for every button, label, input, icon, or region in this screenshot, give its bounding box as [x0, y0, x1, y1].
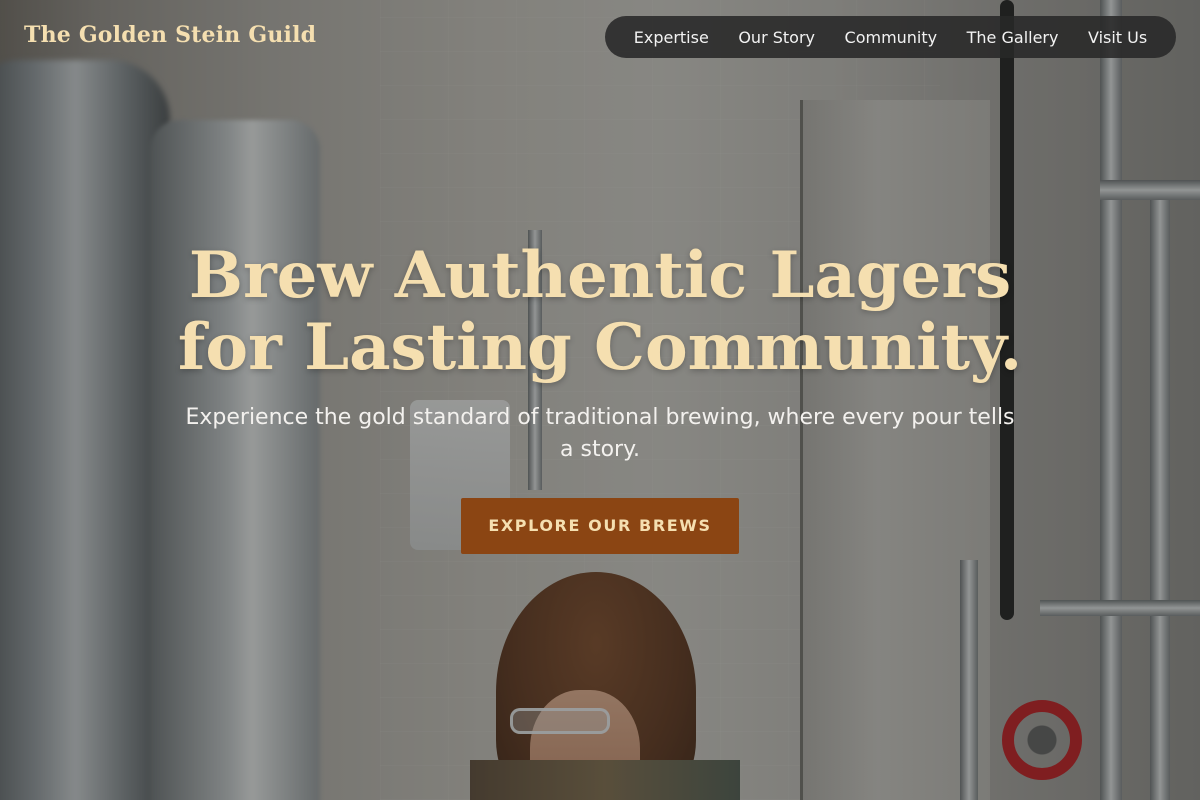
nav-link-expertise[interactable]: Expertise	[634, 28, 709, 47]
nav-link-gallery[interactable]: The Gallery	[967, 28, 1059, 47]
site-header: The Golden Stein Guild Expertise Our Sto…	[0, 0, 1200, 76]
main-nav: Expertise Our Story Community The Galler…	[605, 16, 1176, 58]
explore-brews-button[interactable]: Explore Our Brews	[461, 498, 739, 554]
hero-subtitle: Experience the gold standard of traditio…	[185, 405, 1015, 462]
nav-link-community[interactable]: Community	[845, 28, 938, 47]
hero-section: Brew Authentic Lagers for Lasting Commun…	[0, 240, 1200, 554]
brand-logo-text[interactable]: The Golden Stein Guild	[24, 22, 316, 48]
nav-link-our-story[interactable]: Our Story	[738, 28, 815, 47]
nav-link-visit-us[interactable]: Visit Us	[1088, 28, 1147, 47]
hero-title: Brew Authentic Lagers for Lasting Commun…	[177, 238, 1023, 385]
